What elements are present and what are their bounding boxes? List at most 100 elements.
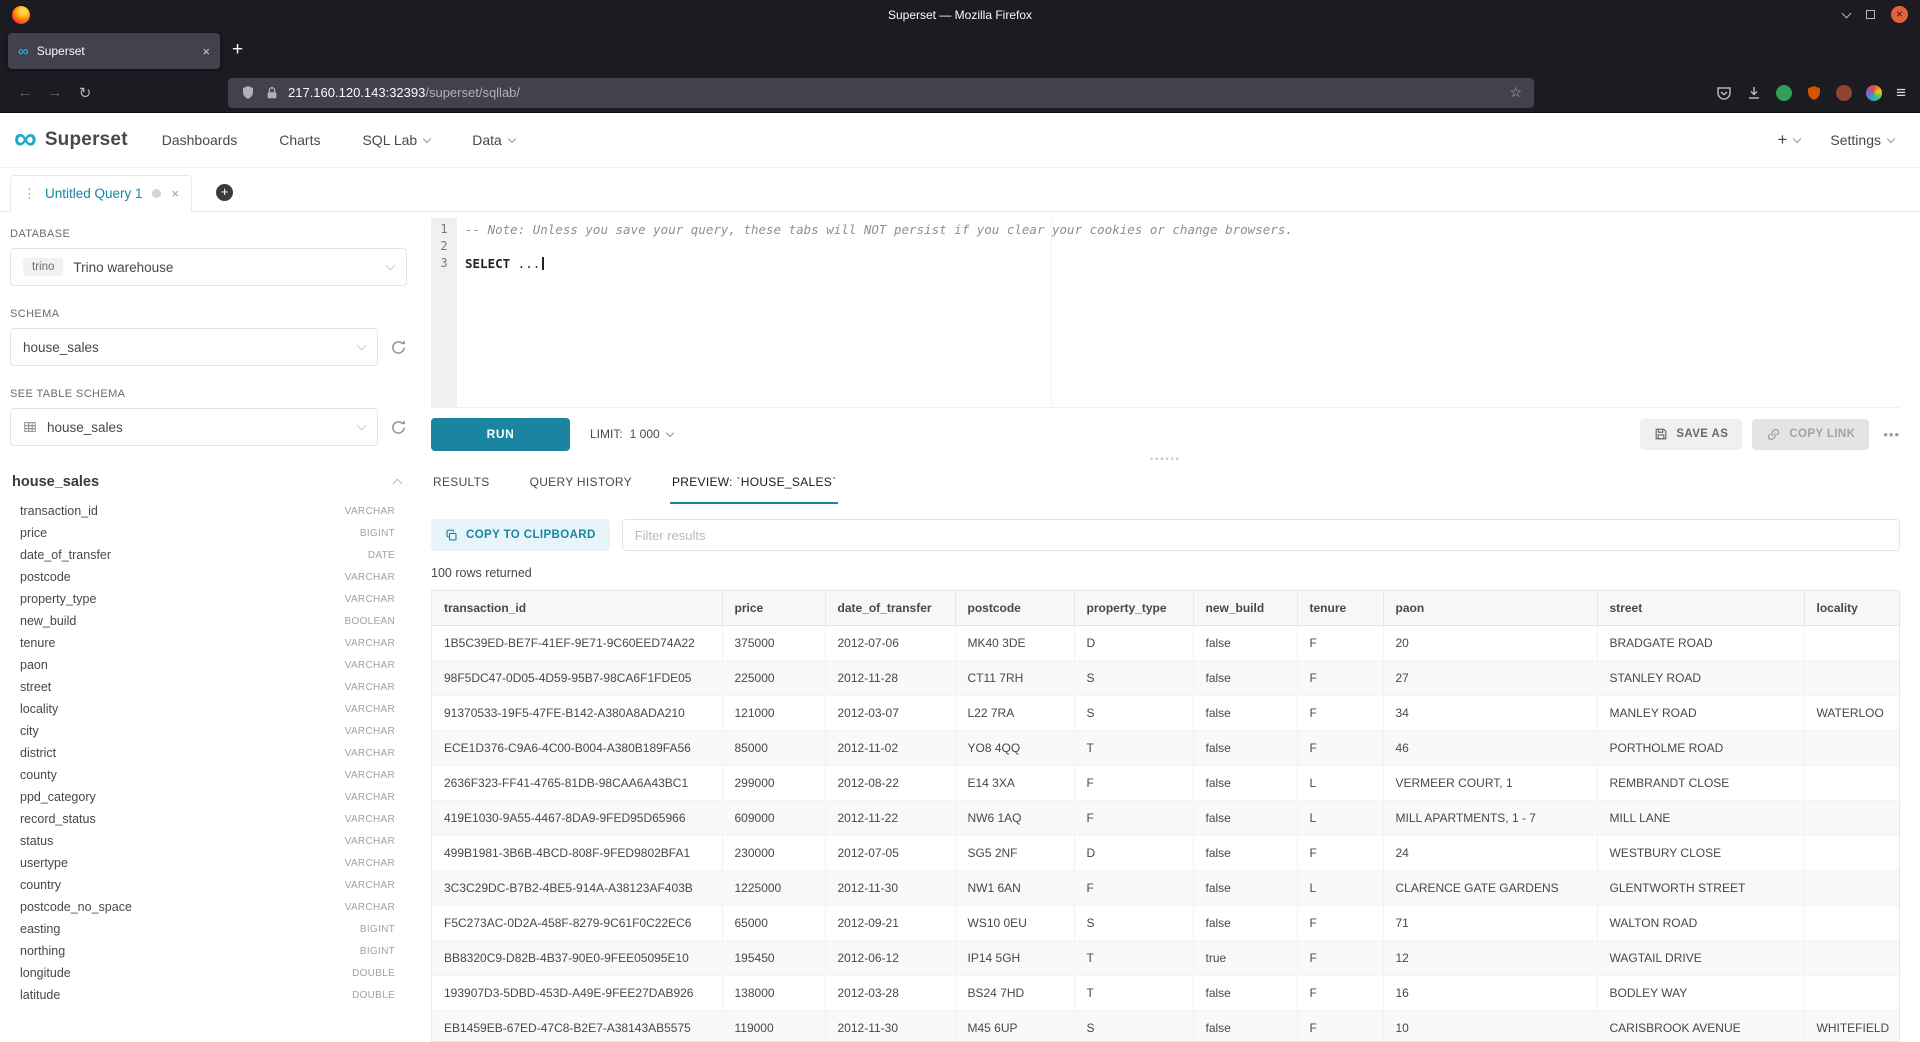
column-type: VARCHAR (345, 748, 395, 759)
table-column-row: country VARCHAR (10, 874, 407, 896)
cell-date-of-transfer: 2012-06-12 (825, 941, 955, 976)
chevron-down-icon (423, 134, 431, 142)
pocket-icon[interactable] (1716, 85, 1732, 101)
table-schema-header[interactable]: house_sales (12, 474, 401, 490)
cell-price: 230000 (722, 836, 825, 871)
extension-icon-4[interactable] (1866, 85, 1882, 101)
cell-new-build: false (1193, 906, 1297, 941)
filter-results-input[interactable] (622, 519, 1900, 551)
table-row: 499B1981-3B6B-4BCD-808F-9FED9802BFA1 230… (432, 836, 1899, 871)
database-select[interactable]: trino Trino warehouse (10, 248, 407, 286)
results-tabbar: RESULTS QUERY HISTORY PREVIEW: `HOUSE_SA… (431, 465, 1900, 504)
editor-code-area[interactable]: -- Note: Unless you save your query, the… (457, 218, 1900, 407)
column-type: VARCHAR (345, 704, 395, 715)
cell-property-type: S (1074, 906, 1193, 941)
limit-dropdown[interactable]: LIMIT: 1 000 (590, 427, 673, 441)
tracking-shield-icon[interactable] (240, 85, 256, 101)
column-header[interactable]: postcode (955, 591, 1074, 626)
tab-preview-house-sales[interactable]: PREVIEW: `HOUSE_SALES` (670, 465, 838, 504)
refresh-schema-button[interactable] (390, 339, 407, 356)
window-close-button[interactable]: × (1891, 6, 1908, 23)
copy-link-button[interactable]: COPY LINK (1752, 419, 1869, 450)
column-header[interactable]: tenure (1297, 591, 1383, 626)
column-header[interactable]: paon (1383, 591, 1597, 626)
new-browser-tab-button[interactable]: + (220, 39, 255, 73)
cell-locality (1804, 661, 1899, 696)
url-bar[interactable]: 217.160.120.143:32393/superset/sqllab/ ☆ (228, 78, 1534, 108)
nav-item-sql-lab[interactable]: SQL Lab (362, 132, 430, 148)
run-button[interactable]: RUN (431, 418, 570, 451)
superset-brand[interactable]: ∞ Superset (14, 126, 128, 154)
editor-sql-line: SELECT ... (465, 255, 1900, 272)
cell-price: 195450 (722, 941, 825, 976)
column-header[interactable]: new_build (1193, 591, 1297, 626)
query-tab-untitled-1[interactable]: ⋮ Untitled Query 1 × (10, 175, 192, 212)
cell-locality (1804, 801, 1899, 836)
resize-grip-handle[interactable]: •••••• (431, 452, 1900, 465)
cell-tenure: L (1297, 801, 1383, 836)
window-maximize-button[interactable] (1866, 10, 1875, 19)
forward-button[interactable]: → (40, 84, 70, 101)
reload-button[interactable]: ↻ (70, 84, 100, 102)
save-as-button[interactable]: SAVE AS (1640, 419, 1742, 450)
table-row: 2636F323-FF41-4765-81DB-98CAA6A43BC1 299… (432, 766, 1899, 801)
nav-item-data[interactable]: Data (472, 132, 515, 148)
sql-editor[interactable]: 123 -- Note: Unless you save your query,… (431, 218, 1900, 408)
cell-paon: CLARENCE GATE GARDENS (1383, 871, 1597, 906)
cell-new-build: false (1193, 836, 1297, 871)
cell-price: 65000 (722, 906, 825, 941)
tab-query-history[interactable]: QUERY HISTORY (528, 465, 634, 504)
schema-label: SCHEMA (10, 308, 407, 320)
collapse-chevron-icon[interactable] (393, 479, 403, 489)
column-name: new_build (20, 614, 76, 628)
bookmark-star-icon[interactable]: ☆ (1509, 84, 1522, 101)
schema-select[interactable]: house_sales (10, 328, 378, 366)
limit-value: 1 000 (630, 427, 660, 441)
nav-item-dashboards[interactable]: Dashboards (162, 132, 238, 148)
column-header[interactable]: street (1597, 591, 1804, 626)
column-type: VARCHAR (345, 660, 395, 671)
window-minimize-button[interactable] (1842, 8, 1852, 18)
browser-tab-close-icon[interactable]: × (202, 44, 210, 59)
back-button[interactable]: ← (10, 84, 40, 101)
column-header[interactable]: date_of_transfer (825, 591, 955, 626)
lock-icon[interactable] (265, 86, 279, 100)
cell-property-type: S (1074, 661, 1193, 696)
nav-item-charts[interactable]: Charts (279, 132, 320, 148)
drag-handle-icon[interactable]: ⋮ (23, 186, 36, 202)
extension-icon-3[interactable] (1836, 85, 1852, 101)
extension-icon-1[interactable] (1776, 85, 1792, 101)
browser-tab-superset[interactable]: ∞ Superset × (8, 33, 220, 69)
cell-price: 375000 (722, 626, 825, 661)
add-query-tab-button[interactable]: + (216, 184, 233, 201)
column-header[interactable]: price (722, 591, 825, 626)
query-tab-close-icon[interactable]: × (172, 186, 180, 201)
column-name: street (20, 680, 51, 694)
cell-date-of-transfer: 2012-11-22 (825, 801, 955, 836)
schema-select-value: house_sales (23, 340, 99, 355)
cell-postcode: CT11 7RH (955, 661, 1074, 696)
cell-postcode: IP14 5GH (955, 941, 1074, 976)
column-header[interactable]: transaction_id (432, 591, 722, 626)
cell-property-type: F (1074, 871, 1193, 906)
settings-menu[interactable]: Settings (1830, 132, 1894, 148)
copy-to-clipboard-button[interactable]: COPY TO CLIPBOARD (431, 519, 610, 551)
table-schema-name: house_sales (12, 474, 99, 490)
sql-keyword: SELECT (465, 256, 510, 271)
tab-results[interactable]: RESULTS (431, 465, 492, 504)
cell-tenure: F (1297, 731, 1383, 766)
download-icon[interactable] (1746, 85, 1762, 101)
table-select[interactable]: house_sales (10, 408, 378, 446)
column-type: VARCHAR (345, 682, 395, 693)
column-name: country (20, 878, 61, 892)
extension-icon-2[interactable] (1806, 85, 1822, 101)
column-header[interactable]: locality (1804, 591, 1899, 626)
column-header[interactable]: property_type (1074, 591, 1193, 626)
menu-icon[interactable]: ≡ (1896, 83, 1906, 103)
more-options-button[interactable]: ••• (1883, 427, 1900, 442)
refresh-table-button[interactable] (390, 419, 407, 436)
cell-new-build: false (1193, 1011, 1297, 1042)
line-number: 2 (431, 238, 457, 255)
table-select-value: house_sales (47, 420, 123, 435)
add-new-button[interactable]: + (1777, 130, 1800, 150)
